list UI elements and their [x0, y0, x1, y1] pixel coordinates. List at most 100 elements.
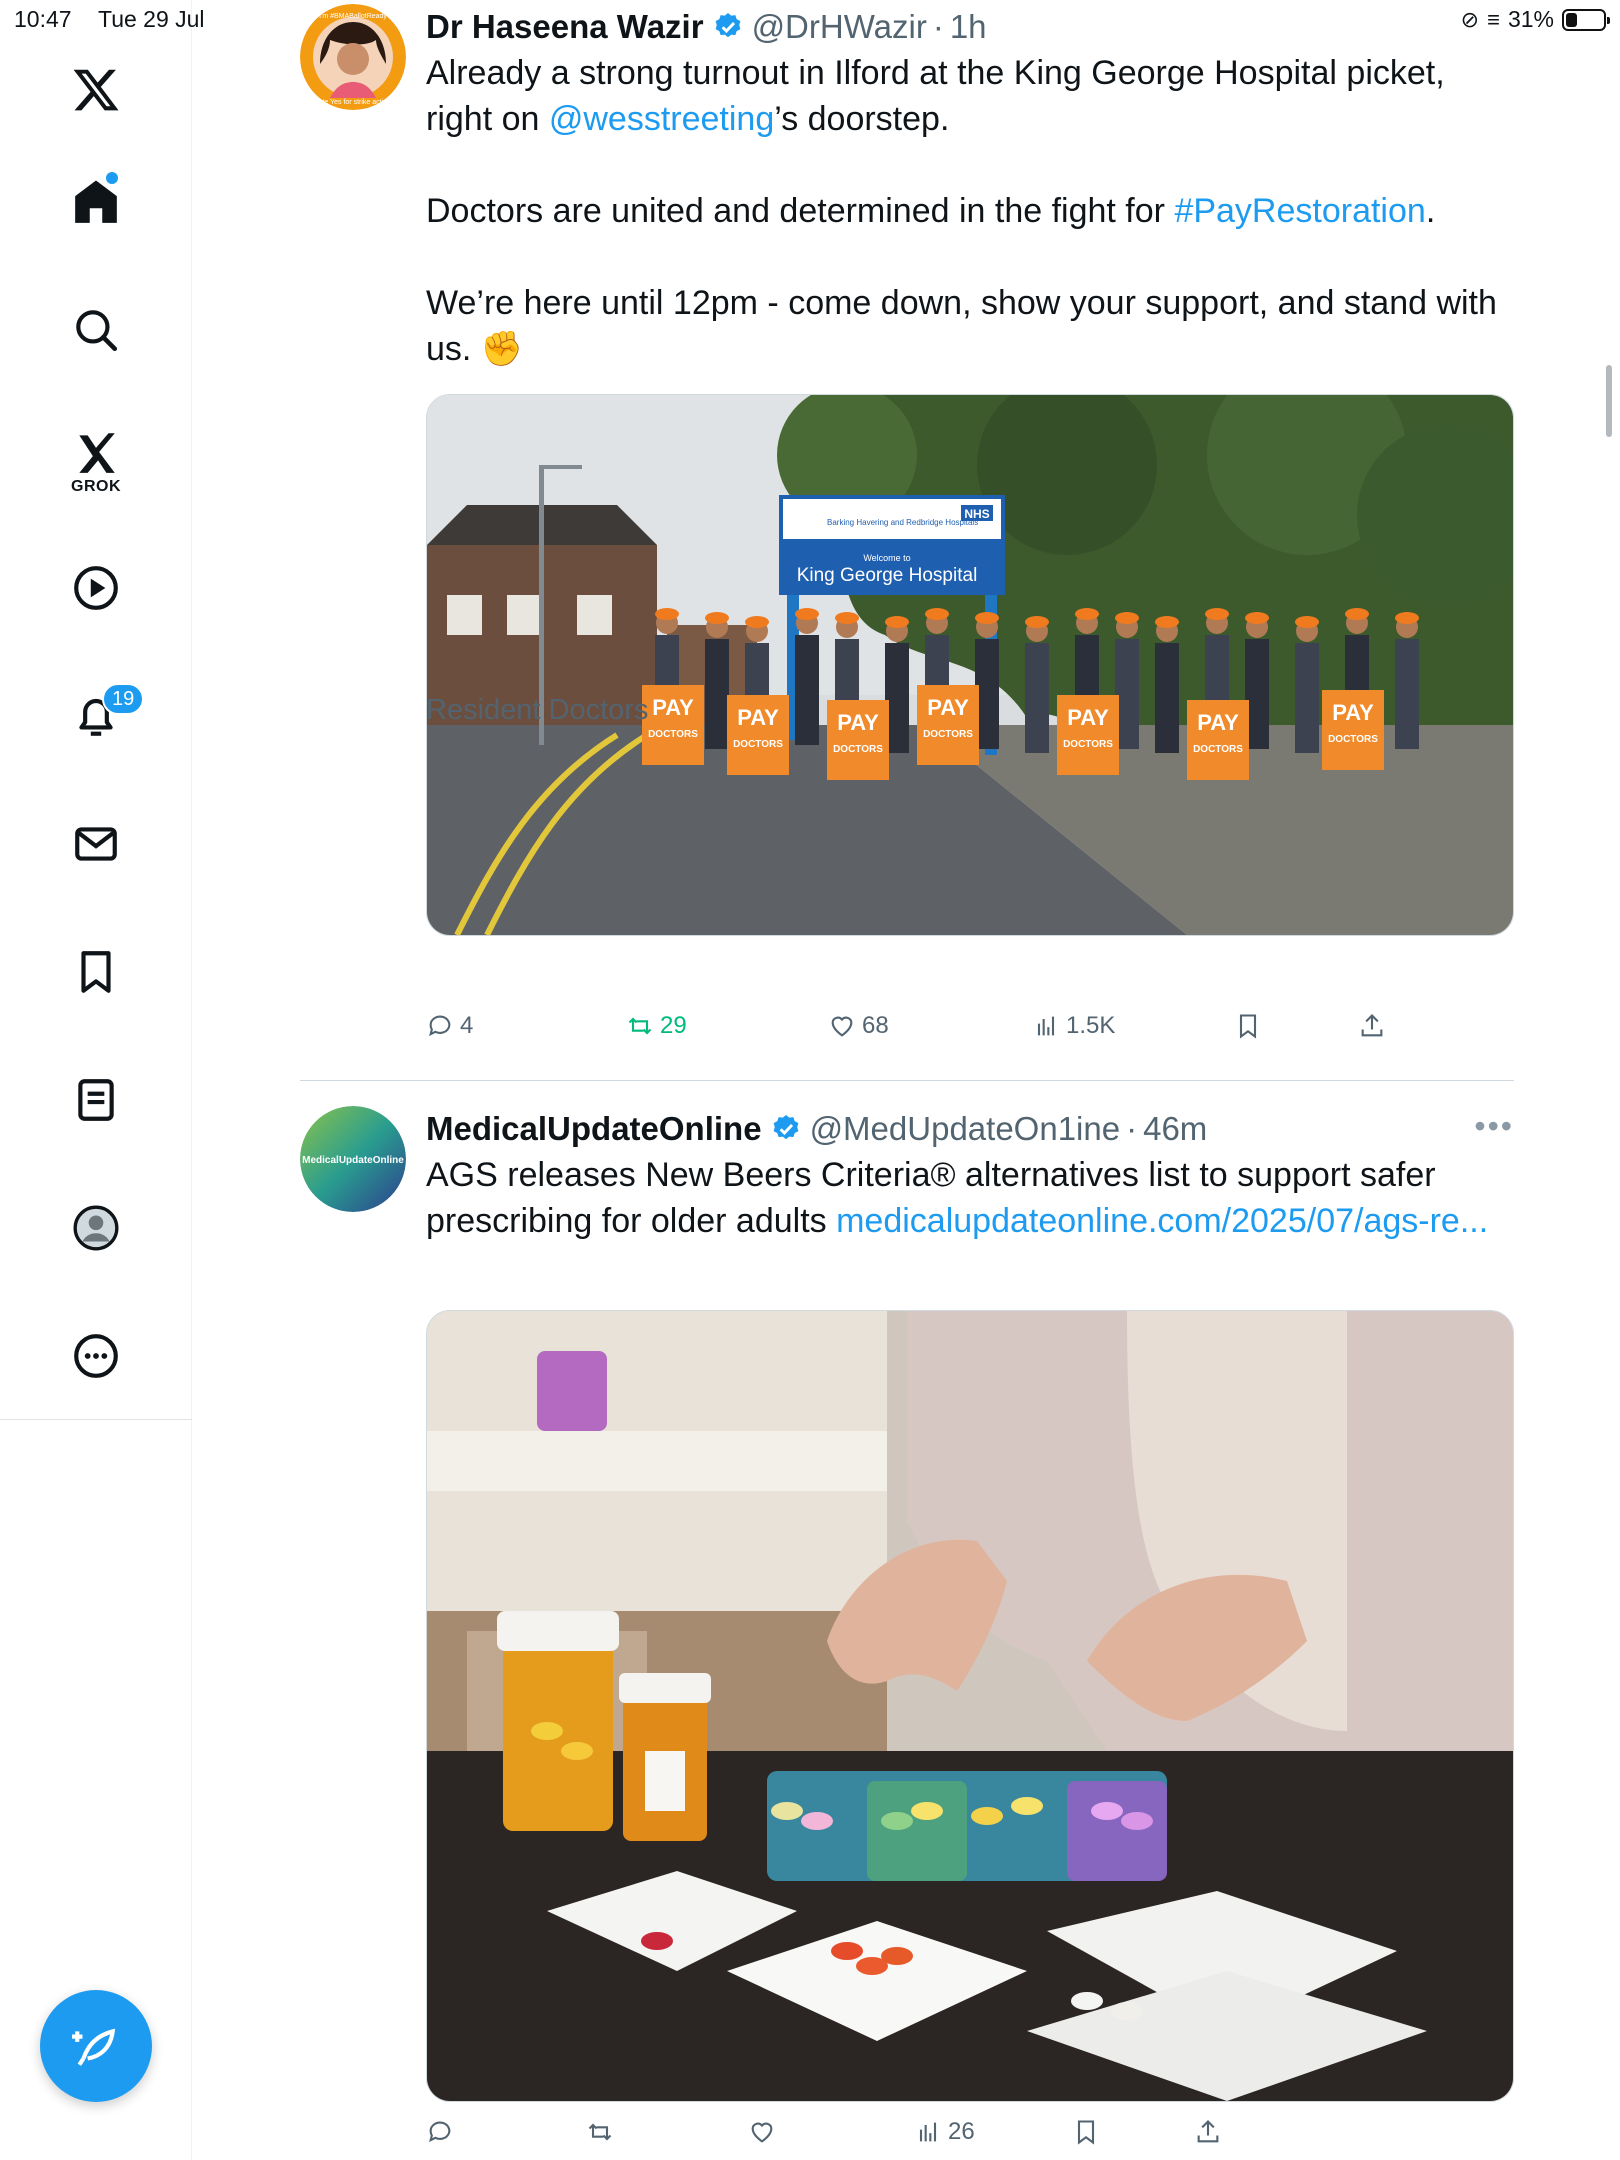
status-bar: 10:47 Tue 29 Jul ⊘ ≡ 31% [0, 0, 1620, 40]
profile-avatar-icon[interactable] [56, 1188, 136, 1268]
bookmark-button[interactable] [1234, 1012, 1262, 1040]
photo-placard-subtext: DOCTORS [733, 739, 783, 750]
compose-feather-icon [72, 2028, 116, 2066]
retweet-button[interactable] [586, 2118, 620, 2146]
photo-placard-subtext: DOCTORS [833, 744, 883, 755]
tweet-header: MedicalUpdateOnline @MedUpdateOn1ine · 4… [426, 1106, 1514, 1152]
x-logo-icon[interactable] [56, 50, 136, 130]
photo-hard-hat [655, 608, 679, 620]
photo-hard-hat [1345, 608, 1369, 620]
avatar-logo-text: MedicalUpdateOnline [302, 1155, 404, 1166]
share-icon [1361, 1014, 1383, 1037]
photo-person [1025, 643, 1049, 753]
views-button[interactable]: 1.5K [1032, 1012, 1115, 1040]
tweet-text-part: ’s doorstep. [774, 100, 950, 138]
photo-hard-hat [975, 612, 999, 624]
reply-button[interactable]: 4 [426, 1012, 473, 1040]
avatar[interactable]: MedicalUpdateOnline [300, 1106, 406, 1212]
photo-pill [1011, 1797, 1043, 1815]
photo-nhs-logo: NHS [964, 507, 989, 521]
header-dot: · [1126, 1110, 1138, 1147]
status-time: 10:47 [14, 6, 72, 32]
messages-envelope-icon[interactable] [56, 804, 136, 884]
like-button[interactable] [748, 2118, 782, 2146]
video-icon[interactable] [56, 548, 136, 628]
battery-percent: 31% [1507, 6, 1554, 32]
retweet-button[interactable]: 29 [626, 1012, 687, 1040]
share-button[interactable] [1194, 2118, 1222, 2146]
tweet-body: MedicalUpdateOnline @MedUpdateOn1ine · 4… [426, 1106, 1514, 1244]
battery-level [1566, 12, 1578, 27]
more-options-icon[interactable]: ••• [1474, 1110, 1514, 1142]
photo-person [705, 639, 729, 749]
retweet-count: 29 [660, 1012, 687, 1039]
views-button[interactable]: 26 [914, 2118, 975, 2146]
signal-icon: ≡ [1487, 6, 1500, 32]
media-caption: Resident Doctors [426, 694, 649, 726]
reply-button[interactable] [426, 2118, 460, 2146]
bookmarks-icon[interactable] [56, 932, 136, 1012]
reply-icon [429, 1015, 451, 1037]
photo-pill [971, 1807, 1003, 1825]
tweet-text-part: We’re here until 12pm - come down, show … [426, 284, 1507, 368]
tweet-text-part: Doctors are united and determined in the… [426, 192, 1175, 230]
share-button[interactable] [1358, 1012, 1386, 1040]
author-name[interactable]: MedicalUpdateOnline [426, 1110, 762, 1148]
tweet-photo[interactable]: Barking Havering and Redbridge Hospitals… [426, 394, 1514, 936]
lists-icon[interactable] [56, 1060, 136, 1140]
do-not-disturb-icon: ⊘ [1460, 6, 1480, 32]
photo-sign-name: King George Hospital [797, 565, 978, 586]
article-link[interactable]: medicalupdateonline.com/2025/07/ags-re..… [836, 1202, 1488, 1240]
bookmark-button[interactable] [1072, 2118, 1100, 2146]
photo-sign-small-text: Barking Havering and Redbridge Hospitals [827, 518, 978, 527]
photo-hard-hat [1115, 612, 1139, 624]
photo-pill [1111, 2002, 1143, 2020]
photo-hard-hat [1205, 608, 1229, 620]
photo-pill [1071, 1992, 1103, 2010]
retweet-icon [628, 1017, 652, 1035]
hashtag-link[interactable]: #PayRestoration [1174, 192, 1425, 230]
notifications-badge: 19 [102, 683, 145, 715]
reply-icon [429, 2121, 451, 2143]
verified-badge-icon [773, 1115, 798, 1140]
photo-placard-subtext: DOCTORS [923, 729, 973, 740]
post-time[interactable]: 46m [1143, 1110, 1207, 1148]
photo-hard-hat [1295, 616, 1319, 628]
sidebar-divider [0, 1419, 192, 1420]
tweet-separator [300, 1080, 1514, 1081]
photo-hard-hat [1025, 616, 1049, 628]
reply-count: 4 [460, 1012, 474, 1039]
photo-pill [911, 1802, 943, 1820]
home-icon[interactable] [56, 162, 136, 242]
home-unread-dot [106, 172, 118, 184]
status-date: Tue 29 Jul [98, 6, 205, 32]
like-button[interactable]: 68 [828, 1012, 889, 1040]
photo-placard-text: PAY [837, 710, 879, 735]
tweet-body: Dr Haseena Wazir @DrHWazir · 1h Already … [426, 4, 1514, 372]
mention-link[interactable]: @wesstreeting [549, 100, 774, 138]
heart-icon [751, 2122, 773, 2143]
photo-pill [881, 1947, 913, 1965]
photo-placard-text: PAY [652, 695, 694, 720]
photo-hard-hat [705, 612, 729, 624]
views-chart-icon [919, 2122, 937, 2142]
photo-placard-subtext: DOCTORS [648, 729, 698, 740]
photo-hard-hat [925, 608, 949, 620]
photo-placard-text: PAY [927, 695, 969, 720]
scroll-indicator[interactable] [1606, 365, 1612, 437]
photo-hard-hat [745, 616, 769, 628]
tweet-text-part: . [1425, 192, 1436, 230]
search-icon[interactable] [56, 290, 136, 370]
more-options-icon[interactable] [56, 1316, 136, 1396]
photo-hard-hat [1395, 612, 1419, 624]
photo-pill [531, 1722, 563, 1740]
bookmark-icon [1239, 1014, 1257, 1039]
tweet-photo[interactable] [426, 1310, 1514, 2102]
photo-person [1395, 639, 1419, 749]
author-handle[interactable]: @MedUpdateOn1ine [810, 1110, 1121, 1148]
views-chart-icon [1037, 1016, 1055, 1036]
photo-hard-hat [885, 616, 909, 628]
compose-post-button[interactable] [40, 1990, 152, 2102]
sidebar: GROK 19 [0, 0, 192, 2160]
battery-icon [1562, 8, 1610, 31]
